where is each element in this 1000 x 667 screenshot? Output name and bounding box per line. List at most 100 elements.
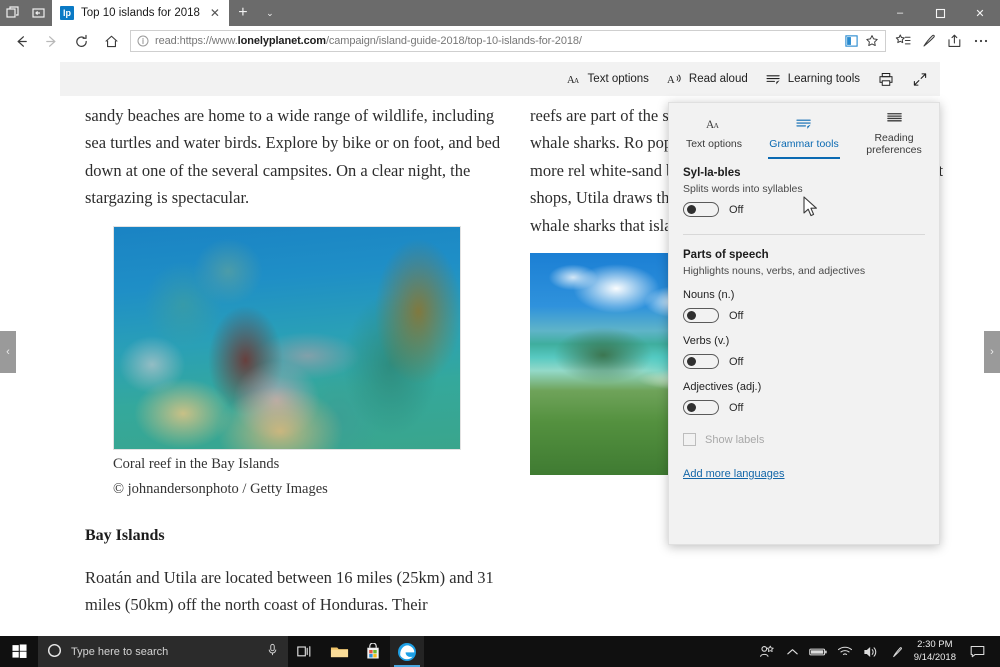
titlebar-drag-region [283,0,880,26]
reading-view-icon[interactable] [844,34,859,48]
taskbar-clock[interactable]: 2:30 PM 9/14/2018 [910,639,964,663]
adjectives-toggle-state: Off [729,401,744,414]
verbs-toggle-row[interactable]: Off [683,354,925,369]
search-box[interactable]: Type here to search [38,636,288,667]
flyout-tab-reading-preferences[interactable]: Reading preferences [849,109,939,157]
settings-and-more-icon[interactable] [968,26,994,56]
text-options-label: Text options [587,73,649,85]
task-view-button[interactable] [288,636,322,667]
read-aloud-icon: A [667,73,683,86]
article-column-left: sandy beaches are home to a wide range o… [85,102,505,636]
flyout-tab-strip: AA Text options Grammar tools Reading pr… [669,103,939,159]
close-window-button[interactable]: ✕ [960,0,1000,26]
figure-credit: © johnandersonphoto / Getty Images [113,481,328,498]
syllables-heading: Syl-la-bles [683,167,741,179]
volume-icon[interactable] [858,636,884,667]
learning-tools-flyout: AA Text options Grammar tools Reading pr… [668,102,940,545]
pen-icon[interactable] [884,636,910,667]
svg-text:A: A [574,77,580,85]
browser-navigation-bar: read:https://www.lonelyplanet.com/campai… [0,26,1000,56]
browser-tab-bar: lp Top 10 islands for 2018 ✕ + ⌄ – ✕ [0,0,1000,26]
add-favorite-star-icon[interactable] [865,34,879,48]
adjectives-toggle[interactable] [683,400,719,415]
toggle-knob [687,403,696,412]
maximize-button[interactable] [920,0,960,26]
article-paragraph-1: sandy beaches are home to a wide range o… [85,106,501,208]
syllables-toggle[interactable] [683,202,719,217]
text-options-button[interactable]: AA Text options [567,73,649,86]
new-tab-button[interactable]: + [229,0,257,26]
previous-page-button[interactable]: ‹ [0,331,16,373]
show-hidden-icons-chevron-up[interactable] [780,636,806,667]
adjectives-toggle-row[interactable]: Off [683,400,925,415]
cortana-circle-icon [47,643,62,661]
article-figure-reef: Coral reef in the Bay Islands © johnande… [113,225,505,502]
verbs-toggle-state: Off [729,355,744,368]
text-options-icon: AA [706,117,723,134]
flyout-tab-label: Text options [685,137,743,150]
lonely-planet-favicon: lp [60,6,74,20]
people-icon[interactable] [754,636,780,667]
svg-text:A: A [713,120,719,129]
start-button[interactable] [0,636,38,667]
fullscreen-button[interactable] [912,72,928,87]
web-note-pen-icon[interactable] [916,26,942,56]
forward-button[interactable] [36,26,66,56]
print-button[interactable] [878,72,894,87]
learning-tools-icon [766,73,782,86]
edge-browser-button[interactable] [390,636,424,667]
wifi-icon[interactable] [832,636,858,667]
minimize-button[interactable]: – [880,0,920,26]
verbs-toggle[interactable] [683,354,719,369]
toggle-knob [687,357,696,366]
toggle-knob [687,311,696,320]
parts-of-speech-heading: Parts of speech [683,249,769,261]
file-explorer-button[interactable] [322,636,356,667]
reading-view-page: AA Text options A Read aloud Learning to… [0,56,1000,636]
close-tab-icon[interactable]: ✕ [207,6,223,20]
battery-icon[interactable] [806,636,832,667]
desktop-screen: lp Top 10 islands for 2018 ✕ + ⌄ – ✕ rea… [0,0,1000,667]
add-more-languages-link[interactable]: Add more languages [683,468,785,480]
refresh-button[interactable] [66,26,96,56]
text-options-icon: AA [567,73,582,86]
learning-tools-label: Learning tools [787,73,860,85]
show-labels-row[interactable]: Show labels [683,433,925,446]
show-labels-checkbox[interactable] [683,433,696,446]
toggle-knob [687,205,696,214]
print-icon [878,72,894,87]
syllables-description: Splits words into syllables [683,183,803,195]
set-aside-tabs-icon[interactable] [0,0,26,26]
flyout-tab-grammar-tools[interactable]: Grammar tools [759,109,849,159]
tabs-you-set-aside-icon[interactable] [26,0,52,26]
microphone-icon[interactable] [266,643,279,660]
learning-tools-button[interactable]: Learning tools [766,73,860,86]
home-button[interactable] [96,26,126,56]
share-icon[interactable] [942,26,968,56]
site-info-icon[interactable] [137,35,149,47]
address-bar[interactable]: read:https://www.lonelyplanet.com/campai… [130,30,886,52]
chevron-down-icon[interactable]: ⌄ [257,0,283,26]
browser-tab-active[interactable]: lp Top 10 islands for 2018 ✕ [52,0,229,26]
action-center-icon[interactable] [964,636,990,667]
read-aloud-label: Read aloud [688,73,748,85]
back-button[interactable] [6,26,36,56]
parts-of-speech-description: Highlights nouns, verbs, and adjectives [683,265,866,277]
syllables-toggle-state: Off [729,203,744,216]
microsoft-store-button[interactable] [356,636,390,667]
nouns-toggle-row[interactable]: Off [683,308,925,323]
svg-text:A: A [667,75,675,86]
favorites-hub-icon[interactable] [890,26,916,56]
read-aloud-button[interactable]: A Read aloud [667,73,748,86]
next-page-button[interactable]: › [984,331,1000,373]
flyout-divider [683,234,925,235]
nouns-toggle[interactable] [683,308,719,323]
clock-time: 2:30 PM [917,639,953,651]
show-desktop-button[interactable] [990,636,1000,667]
verbs-label: Verbs (v.) [683,335,730,347]
flyout-tab-text-options[interactable]: AA Text options [669,109,759,157]
reading-preferences-icon [886,111,903,128]
windows-taskbar: Type here to search 2:30 PM 9/14/2018 [0,636,1000,667]
article-paragraph-2: Roatán and Utila are located between 16 … [85,567,494,614]
show-labels-label: Show labels [705,433,765,446]
